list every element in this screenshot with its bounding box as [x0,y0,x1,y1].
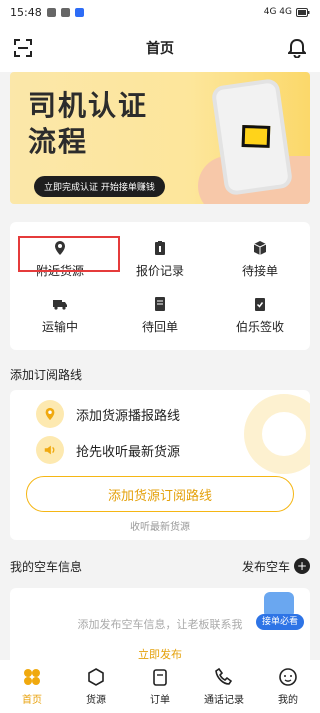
tab-orders[interactable]: 订单 [128,660,192,713]
tab-home[interactable]: 首页 [0,660,64,713]
subscribe-section-title: 添加订阅路线 [10,368,83,382]
notification-icon [46,7,56,17]
truck-icon [53,300,67,310]
checklist-icon [255,298,265,311]
publish-empty-truck-button[interactable]: 发布空车 + [242,558,310,575]
driver-certification-banner[interactable]: 司机认证 流程 立即完成认证 开始接单赚钱 [10,72,310,204]
status-bar: 15:48 4G 4G [0,0,320,24]
phone-icon [215,667,233,685]
speaker-icon [36,436,64,464]
bottom-tab-bar: 首页 货源 订单 通话记录 我的 [0,660,320,713]
message-icon [60,7,70,17]
menu-item-pending-receipt[interactable]: 待回单 [110,296,210,335]
banner-title: 司机认证 流程 [28,89,149,158]
subscribe-note: 收听最新货源 [130,522,190,533]
location-icon [36,400,64,428]
menu-item-in-transit[interactable]: 运输中 [10,296,110,335]
subscribe-row-broadcast: 添加货源播报路线 [36,400,180,428]
network-text: 4G 4G [263,7,292,17]
page-title: 首页 [146,41,174,57]
float-tag: 接单必看 [256,614,304,630]
tab-mine[interactable]: 我的 [256,660,320,713]
box-icon [253,241,267,255]
menu-item-bole-signoff[interactable]: 伯乐签收 [210,296,310,335]
page-header: 首页 [0,24,320,72]
menu-item-quote-record[interactable]: 报价记录 [110,240,210,279]
order-icon [153,669,167,686]
tab-cargo[interactable]: 货源 [64,660,128,713]
highlight-box [18,236,120,272]
floating-guide-button[interactable]: 接单必看 [256,592,304,632]
decorative-pin [244,394,310,474]
cube-icon [88,668,104,686]
menu-item-pending-accept[interactable]: 待接单 [210,240,310,279]
face-icon [279,668,297,686]
battery-icon [296,7,310,17]
subscribe-card: 添加货源播报路线 抢先收听最新货源 添加货源订阅路线 收听最新货源 [10,390,310,540]
empty-truck-header: 我的空车信息 发布空车 + [10,552,310,580]
empty-truck-title: 我的空车信息 [10,559,83,574]
status-time: 15:48 [10,5,42,19]
bell-icon[interactable] [288,38,306,58]
subscribe-row-listen: 抢先收听最新货源 [36,436,180,464]
phone-illustration [210,77,294,197]
plus-icon: + [294,558,310,574]
document-icon [155,297,165,311]
banner-cta[interactable]: 立即完成认证 开始接单赚钱 [34,176,165,197]
clipboard-icon [155,241,165,255]
tab-call-records[interactable]: 通话记录 [192,660,256,713]
home-icon [24,669,40,685]
scan-icon[interactable] [14,39,32,57]
app-icon [74,7,84,17]
add-subscription-button[interactable]: 添加货源订阅路线 [26,476,294,512]
